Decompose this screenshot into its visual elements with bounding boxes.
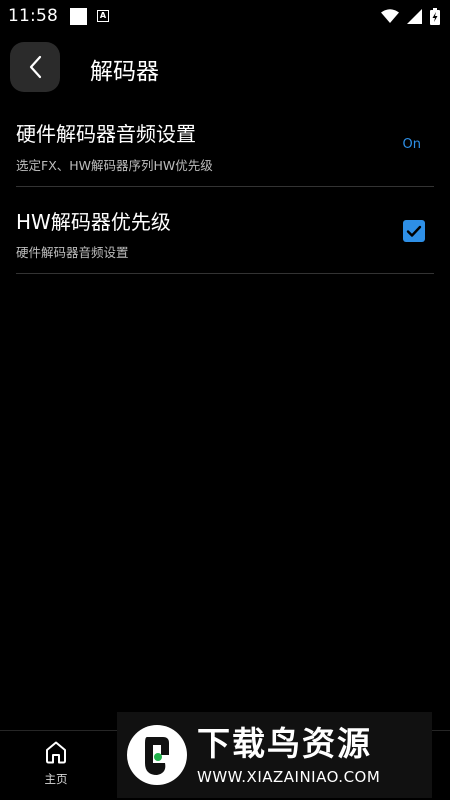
setting-title: HW解码器优先级 xyxy=(16,210,171,234)
back-button[interactable] xyxy=(10,42,60,92)
battery-charging-icon xyxy=(430,7,440,25)
chevron-left-icon xyxy=(29,55,42,79)
bird-logo-icon xyxy=(127,725,187,785)
notification-square-icon xyxy=(70,7,87,25)
nav-label: 主页 xyxy=(44,772,68,786)
signal-icon xyxy=(407,8,422,24)
nav-item-home[interactable]: 主页 xyxy=(16,731,96,800)
setting-title: 硬件解码器音频设置 xyxy=(16,122,196,146)
setting-subtitle: 选定FX、HW解码器序列HW优先级 xyxy=(16,158,213,173)
watermark-text-group: 下载鸟资源 WWW.XIAZAINIAO.COM xyxy=(197,724,380,786)
status-time: 11:58 xyxy=(8,6,58,26)
watermark-banner: 下载鸟资源 WWW.XIAZAINIAO.COM xyxy=(117,712,432,798)
status-bar: 11:58 A xyxy=(0,0,450,32)
decoder-settings-screen: 11:58 A 解码器 硬件解码器音频设置 选定FX、HW解码器序列HW优先级 … xyxy=(0,0,450,800)
checkmark-icon xyxy=(406,225,422,237)
wifi-icon xyxy=(381,8,399,23)
setting-hw-decoder-audio[interactable]: 硬件解码器音频设置 选定FX、HW解码器序列HW优先级 On xyxy=(16,110,434,187)
setting-value[interactable]: On xyxy=(403,137,421,152)
watermark-url: WWW.XIAZAINIAO.COM xyxy=(197,768,381,786)
status-icons xyxy=(381,7,440,25)
watermark-title: 下载鸟资源 xyxy=(197,724,372,763)
a-notification-icon: A xyxy=(97,10,109,22)
top-app-bar: 解码器 xyxy=(0,40,450,94)
home-icon xyxy=(46,741,66,764)
setting-hw-decoder-priority[interactable]: HW解码器优先级 硬件解码器音频设置 xyxy=(16,197,434,274)
setting-subtitle: 硬件解码器音频设置 xyxy=(16,245,129,260)
priority-checkbox[interactable] xyxy=(403,220,425,242)
page-title: 解码器 xyxy=(90,59,159,85)
